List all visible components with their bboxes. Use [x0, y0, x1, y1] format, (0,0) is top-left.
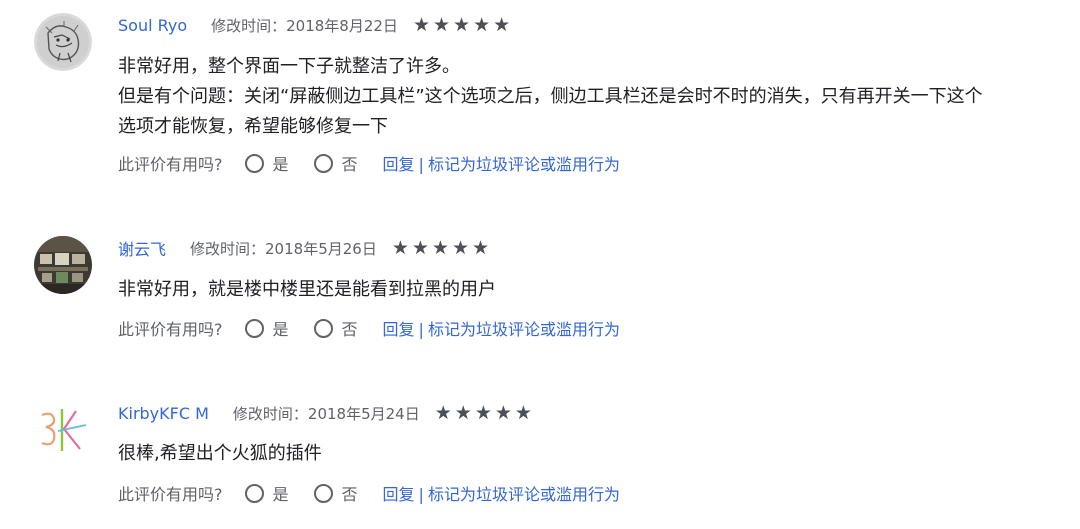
- yes-label: 是: [272, 485, 289, 504]
- no-label: 否: [341, 155, 358, 174]
- helpful-yes-option[interactable]: 是: [244, 316, 289, 340]
- star-icon: ★: [434, 401, 452, 424]
- star-icon: ★: [391, 236, 409, 259]
- report-abuse-link[interactable]: 标记为垃圾评论或滥用行为: [428, 485, 620, 504]
- helpful-question: 此评价有用吗?: [118, 485, 223, 504]
- review-text-line: 但是有个问题：关闭“屏蔽侧边工具栏”这个选项之后，侧边工具栏还是会时不时的消失，…: [118, 86, 983, 107]
- star-icon: ★: [451, 236, 470, 259]
- review-meta: Soul Ryo 修改时间：2018年8月22日 ★ ★ ★ ★ ★: [118, 13, 510, 37]
- modified-date: 修改时间：2018年5月26日: [190, 239, 377, 258]
- helpful-row: 此评价有用吗? 是 否 回复 | 标记为垃圾评论或滥用行为: [118, 480, 620, 506]
- yes-label: 是: [272, 155, 289, 174]
- star-icon: ★: [474, 401, 492, 424]
- review-item: KirbyKFC M 修改时间：2018年5月24日 ★ ★ ★ ★ ★ 很棒,…: [0, 355, 1080, 529]
- review-item: Soul Ryo 修改时间：2018年8月22日 ★ ★ ★ ★ ★ 非常好用，…: [0, 0, 1080, 190]
- no-label: 否: [341, 485, 358, 504]
- sketch-drawing-avatar-icon: [34, 13, 92, 71]
- reply-link[interactable]: 回复: [383, 155, 415, 174]
- avatar[interactable]: [34, 236, 92, 294]
- review-actions: 回复 | 标记为垃圾评论或滥用行为: [383, 481, 620, 505]
- star-icon: ★: [453, 13, 471, 36]
- star-rating: ★ ★ ★ ★ ★: [434, 401, 532, 424]
- star-icon: ★: [431, 236, 449, 259]
- author-name[interactable]: Soul Ryo: [118, 16, 187, 35]
- review-actions: 回复 | 标记为垃圾评论或滥用行为: [383, 151, 620, 175]
- modified-date: 修改时间：2018年5月24日: [232, 404, 420, 423]
- radio-no[interactable]: [313, 153, 333, 173]
- review-text: 非常好用，就是楼中楼里还是能看到拉黑的用户: [118, 275, 1058, 305]
- review-meta: 谢云飞 修改时间：2018年5月26日 ★ ★ ★ ★ ★: [118, 236, 489, 260]
- star-icon: ★: [473, 13, 491, 36]
- review-actions: 回复 | 标记为垃圾评论或滥用行为: [383, 316, 620, 340]
- review-text: 很棒,希望出个火狐的插件: [118, 439, 1058, 469]
- review-text-line: 很棒,希望出个火狐的插件: [118, 443, 322, 464]
- helpful-question: 此评价有用吗?: [118, 155, 223, 174]
- author-name[interactable]: KirbyKFC M: [118, 404, 209, 423]
- review-text-line: 非常好用，就是楼中楼里还是能看到拉黑的用户: [118, 279, 496, 300]
- radio-no[interactable]: [313, 483, 333, 503]
- helpful-no-option[interactable]: 否: [313, 481, 358, 505]
- helpful-no-option[interactable]: 否: [313, 316, 358, 340]
- star-icon: ★: [493, 13, 511, 36]
- report-abuse-link[interactable]: 标记为垃圾评论或滥用行为: [428, 155, 620, 174]
- modified-date: 修改时间：2018年8月22日: [211, 16, 398, 35]
- helpful-no-option[interactable]: 否: [313, 151, 358, 175]
- radio-no[interactable]: [313, 318, 333, 338]
- avatar[interactable]: [34, 13, 92, 71]
- helpful-row: 此评价有用吗? 是 否 回复 | 标记为垃圾评论或滥用行为: [118, 315, 620, 341]
- separator: |: [418, 155, 424, 174]
- star-icon: ★: [454, 401, 472, 424]
- author-name[interactable]: 谢云飞: [118, 236, 166, 260]
- star-icon: ★: [411, 236, 429, 259]
- reply-link[interactable]: 回复: [383, 485, 415, 504]
- review-item: 谢云飞 修改时间：2018年5月26日 ★ ★ ★ ★ ★ 非常好用，就是楼中楼…: [0, 190, 1080, 355]
- review-text: 非常好用，整个界面一下子就整洁了许多。 但是有个问题：关闭“屏蔽侧边工具栏”这个…: [118, 52, 1058, 142]
- helpful-yes-option[interactable]: 是: [244, 151, 289, 175]
- helpful-yes-option[interactable]: 是: [244, 481, 289, 505]
- radio-yes[interactable]: [244, 483, 264, 503]
- review-text-line: 非常好用，整个界面一下子就整洁了许多。: [118, 56, 460, 77]
- calligraphy-logo-avatar-icon: [34, 401, 92, 459]
- review-meta: KirbyKFC M 修改时间：2018年5月24日 ★ ★ ★ ★ ★: [118, 401, 532, 425]
- star-rating: ★ ★ ★ ★ ★: [412, 13, 511, 36]
- helpful-row: 此评价有用吗? 是 否 回复 | 标记为垃圾评论或滥用行为: [118, 150, 620, 176]
- star-icon: ★: [412, 13, 430, 36]
- star-icon: ★: [472, 236, 490, 259]
- yes-label: 是: [272, 320, 289, 339]
- review-text-line: 选项才能恢复，希望能够修复一下: [118, 116, 388, 137]
- radio-yes[interactable]: [244, 318, 264, 338]
- report-abuse-link[interactable]: 标记为垃圾评论或滥用行为: [428, 320, 620, 339]
- star-icon: ★: [432, 13, 451, 36]
- star-icon: ★: [514, 401, 532, 424]
- reply-link[interactable]: 回复: [383, 320, 415, 339]
- no-label: 否: [341, 320, 358, 339]
- separator: |: [418, 320, 424, 339]
- star-icon: ★: [494, 401, 512, 424]
- avatar[interactable]: [34, 401, 92, 459]
- photo-avatar-icon: [34, 236, 92, 294]
- separator: |: [418, 485, 424, 504]
- radio-yes[interactable]: [244, 153, 264, 173]
- star-rating: ★ ★ ★ ★ ★: [391, 236, 490, 259]
- helpful-question: 此评价有用吗?: [118, 320, 223, 339]
